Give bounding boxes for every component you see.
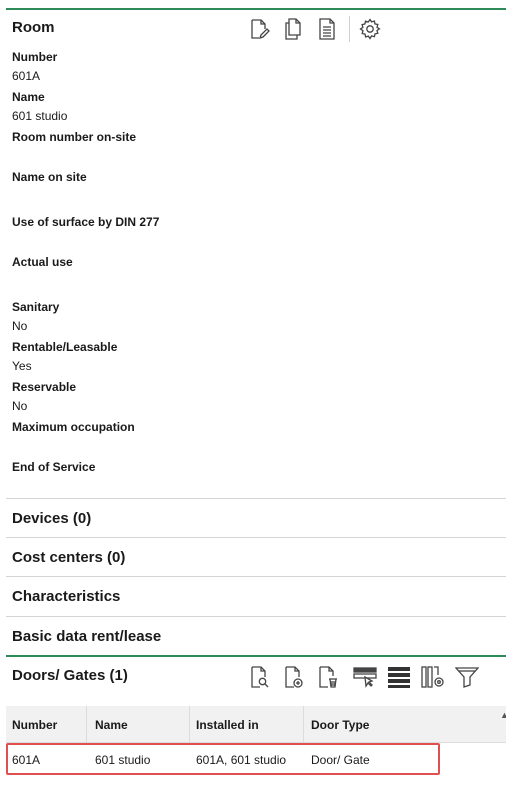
section-separator — [6, 576, 506, 577]
reservable-value: No — [12, 399, 28, 413]
section-separator — [6, 537, 506, 538]
name-on-site-label: Name on site — [12, 170, 87, 184]
document-icon[interactable] — [315, 17, 339, 41]
column-header-number[interactable]: Number — [12, 718, 57, 732]
number-value: 601A — [12, 69, 41, 83]
select-rows-icon[interactable] — [353, 665, 377, 689]
column-divider — [86, 706, 87, 742]
room-number-on-site-label: Room number on-site — [12, 130, 137, 144]
sanitary-value: No — [12, 319, 28, 333]
filter-icon[interactable] — [455, 665, 479, 689]
section-separator — [6, 498, 506, 499]
column-settings-icon[interactable] — [421, 665, 445, 689]
actual-use-label: Actual use — [12, 255, 73, 269]
edit-document-icon[interactable] — [247, 17, 271, 41]
add-document-icon[interactable] — [281, 665, 305, 689]
search-document-icon[interactable] — [247, 665, 271, 689]
reservable-label: Reservable — [12, 380, 77, 394]
room-title: Room — [12, 19, 55, 36]
list-view-icon[interactable] — [387, 665, 411, 689]
room-top-border — [6, 8, 506, 10]
doors-toolbar — [247, 665, 489, 689]
column-header-installed-in[interactable]: Installed in — [196, 718, 259, 732]
delete-document-icon[interactable] — [315, 665, 339, 689]
scroll-up-arrow-icon[interactable]: ▲ — [500, 710, 506, 720]
row-number: 601A — [12, 753, 41, 767]
sanitary-label: Sanitary — [12, 300, 60, 314]
column-header-name[interactable]: Name — [95, 718, 128, 732]
devices-section[interactable]: Devices (0) — [12, 510, 91, 527]
row-door-type: Door/ Gate — [311, 753, 370, 767]
toolbar-separator — [349, 16, 350, 42]
doors-top-border — [6, 655, 506, 657]
name-value: 601 studio — [12, 109, 68, 123]
column-divider — [303, 706, 304, 742]
end-of-service-label: End of Service — [12, 460, 96, 474]
column-header-door-type[interactable]: Door Type — [311, 718, 369, 732]
room-toolbar — [247, 16, 392, 42]
max-occupation-label: Maximum occupation — [12, 420, 135, 434]
copy-icon[interactable] — [281, 17, 305, 41]
column-divider — [189, 706, 190, 742]
surface-use-label: Use of surface by DIN 277 — [12, 215, 160, 229]
rentable-value: Yes — [12, 359, 32, 373]
cost-centers-section[interactable]: Cost centers (0) — [12, 549, 125, 566]
name-label: Name — [12, 90, 45, 104]
rentable-label: Rentable/Leasable — [12, 340, 118, 354]
basic-data-rent-lease-section[interactable]: Basic data rent/lease — [12, 628, 161, 645]
gear-icon[interactable] — [358, 17, 382, 41]
doors-title: Doors/ Gates (1) — [12, 667, 128, 684]
characteristics-section[interactable]: Characteristics — [12, 588, 120, 605]
row-name: 601 studio — [95, 753, 151, 767]
row-installed-in: 601A, 601 studio — [196, 753, 287, 767]
section-separator — [6, 616, 506, 617]
number-label: Number — [12, 50, 58, 64]
